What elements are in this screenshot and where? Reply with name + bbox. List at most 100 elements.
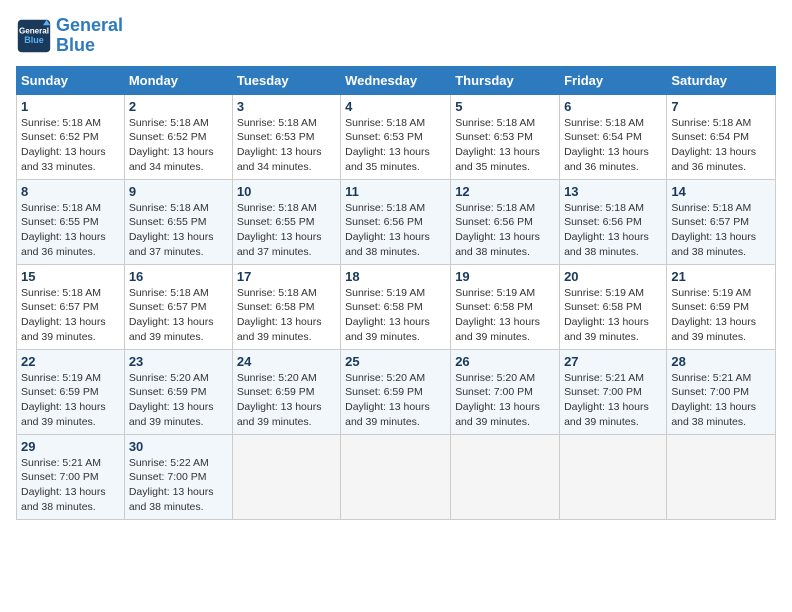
calendar-table: SundayMondayTuesdayWednesdayThursdayFrid… — [16, 66, 776, 520]
day-info: Sunrise: 5:20 AM Sunset: 6:59 PM Dayligh… — [237, 371, 336, 430]
calendar-cell: 3 Sunrise: 5:18 AM Sunset: 6:53 PM Dayli… — [232, 94, 340, 179]
day-number: 23 — [129, 354, 228, 369]
calendar-cell: 10 Sunrise: 5:18 AM Sunset: 6:55 PM Dayl… — [232, 179, 340, 264]
calendar-cell: 18 Sunrise: 5:19 AM Sunset: 6:58 PM Dayl… — [341, 264, 451, 349]
day-info: Sunrise: 5:19 AM Sunset: 6:59 PM Dayligh… — [21, 371, 120, 430]
calendar-cell: 23 Sunrise: 5:20 AM Sunset: 6:59 PM Dayl… — [124, 349, 232, 434]
calendar-cell: 14 Sunrise: 5:18 AM Sunset: 6:57 PM Dayl… — [667, 179, 776, 264]
day-number: 2 — [129, 99, 228, 114]
day-number: 26 — [455, 354, 555, 369]
calendar-cell: 7 Sunrise: 5:18 AM Sunset: 6:54 PM Dayli… — [667, 94, 776, 179]
calendar-cell: 11 Sunrise: 5:18 AM Sunset: 6:56 PM Dayl… — [341, 179, 451, 264]
weekday-header-sunday: Sunday — [17, 66, 125, 94]
logo-text2: Blue — [56, 36, 123, 56]
day-number: 27 — [564, 354, 662, 369]
day-number: 7 — [671, 99, 771, 114]
day-info: Sunrise: 5:18 AM Sunset: 6:56 PM Dayligh… — [345, 201, 446, 260]
page-header: General Blue General Blue — [16, 16, 776, 56]
day-number: 11 — [345, 184, 446, 199]
weekday-header-saturday: Saturday — [667, 66, 776, 94]
calendar-cell: 4 Sunrise: 5:18 AM Sunset: 6:53 PM Dayli… — [341, 94, 451, 179]
day-number: 25 — [345, 354, 446, 369]
calendar-cell — [232, 434, 340, 519]
calendar-cell: 30 Sunrise: 5:22 AM Sunset: 7:00 PM Dayl… — [124, 434, 232, 519]
calendar-week-1: 1 Sunrise: 5:18 AM Sunset: 6:52 PM Dayli… — [17, 94, 776, 179]
day-number: 15 — [21, 269, 120, 284]
day-info: Sunrise: 5:20 AM Sunset: 6:59 PM Dayligh… — [129, 371, 228, 430]
day-info: Sunrise: 5:19 AM Sunset: 6:58 PM Dayligh… — [564, 286, 662, 345]
day-number: 20 — [564, 269, 662, 284]
day-info: Sunrise: 5:20 AM Sunset: 6:59 PM Dayligh… — [345, 371, 446, 430]
day-info: Sunrise: 5:18 AM Sunset: 6:53 PM Dayligh… — [455, 116, 555, 175]
day-info: Sunrise: 5:18 AM Sunset: 6:53 PM Dayligh… — [237, 116, 336, 175]
day-info: Sunrise: 5:18 AM Sunset: 6:54 PM Dayligh… — [671, 116, 771, 175]
calendar-cell — [341, 434, 451, 519]
day-number: 24 — [237, 354, 336, 369]
day-number: 10 — [237, 184, 336, 199]
day-number: 6 — [564, 99, 662, 114]
day-number: 21 — [671, 269, 771, 284]
day-number: 28 — [671, 354, 771, 369]
weekday-header-tuesday: Tuesday — [232, 66, 340, 94]
calendar-cell: 19 Sunrise: 5:19 AM Sunset: 6:58 PM Dayl… — [451, 264, 560, 349]
day-info: Sunrise: 5:18 AM Sunset: 6:58 PM Dayligh… — [237, 286, 336, 345]
day-info: Sunrise: 5:22 AM Sunset: 7:00 PM Dayligh… — [129, 456, 228, 515]
calendar-week-3: 15 Sunrise: 5:18 AM Sunset: 6:57 PM Dayl… — [17, 264, 776, 349]
weekday-header-friday: Friday — [560, 66, 667, 94]
calendar-cell: 21 Sunrise: 5:19 AM Sunset: 6:59 PM Dayl… — [667, 264, 776, 349]
day-info: Sunrise: 5:18 AM Sunset: 6:52 PM Dayligh… — [129, 116, 228, 175]
day-number: 17 — [237, 269, 336, 284]
calendar-cell: 17 Sunrise: 5:18 AM Sunset: 6:58 PM Dayl… — [232, 264, 340, 349]
day-number: 19 — [455, 269, 555, 284]
day-info: Sunrise: 5:19 AM Sunset: 6:59 PM Dayligh… — [671, 286, 771, 345]
day-info: Sunrise: 5:18 AM Sunset: 6:57 PM Dayligh… — [671, 201, 771, 260]
day-info: Sunrise: 5:18 AM Sunset: 6:57 PM Dayligh… — [129, 286, 228, 345]
calendar-cell: 20 Sunrise: 5:19 AM Sunset: 6:58 PM Dayl… — [560, 264, 667, 349]
day-info: Sunrise: 5:18 AM Sunset: 6:53 PM Dayligh… — [345, 116, 446, 175]
day-number: 1 — [21, 99, 120, 114]
calendar-cell — [560, 434, 667, 519]
svg-text:Blue: Blue — [24, 35, 44, 45]
day-number: 5 — [455, 99, 555, 114]
day-number: 30 — [129, 439, 228, 454]
calendar-cell: 2 Sunrise: 5:18 AM Sunset: 6:52 PM Dayli… — [124, 94, 232, 179]
day-number: 8 — [21, 184, 120, 199]
day-info: Sunrise: 5:20 AM Sunset: 7:00 PM Dayligh… — [455, 371, 555, 430]
calendar-cell: 15 Sunrise: 5:18 AM Sunset: 6:57 PM Dayl… — [17, 264, 125, 349]
calendar-cell: 1 Sunrise: 5:18 AM Sunset: 6:52 PM Dayli… — [17, 94, 125, 179]
day-info: Sunrise: 5:18 AM Sunset: 6:56 PM Dayligh… — [564, 201, 662, 260]
calendar-cell: 12 Sunrise: 5:18 AM Sunset: 6:56 PM Dayl… — [451, 179, 560, 264]
calendar-cell: 5 Sunrise: 5:18 AM Sunset: 6:53 PM Dayli… — [451, 94, 560, 179]
calendar-cell: 6 Sunrise: 5:18 AM Sunset: 6:54 PM Dayli… — [560, 94, 667, 179]
day-info: Sunrise: 5:19 AM Sunset: 6:58 PM Dayligh… — [455, 286, 555, 345]
calendar-week-2: 8 Sunrise: 5:18 AM Sunset: 6:55 PM Dayli… — [17, 179, 776, 264]
day-number: 4 — [345, 99, 446, 114]
day-number: 22 — [21, 354, 120, 369]
calendar-cell: 27 Sunrise: 5:21 AM Sunset: 7:00 PM Dayl… — [560, 349, 667, 434]
day-info: Sunrise: 5:18 AM Sunset: 6:57 PM Dayligh… — [21, 286, 120, 345]
svg-text:General: General — [19, 26, 49, 35]
weekday-header-thursday: Thursday — [451, 66, 560, 94]
day-number: 12 — [455, 184, 555, 199]
calendar-cell: 26 Sunrise: 5:20 AM Sunset: 7:00 PM Dayl… — [451, 349, 560, 434]
calendar-week-4: 22 Sunrise: 5:19 AM Sunset: 6:59 PM Dayl… — [17, 349, 776, 434]
day-number: 29 — [21, 439, 120, 454]
calendar-cell — [451, 434, 560, 519]
weekday-header-wednesday: Wednesday — [341, 66, 451, 94]
day-info: Sunrise: 5:21 AM Sunset: 7:00 PM Dayligh… — [671, 371, 771, 430]
day-info: Sunrise: 5:21 AM Sunset: 7:00 PM Dayligh… — [564, 371, 662, 430]
weekday-header-monday: Monday — [124, 66, 232, 94]
day-number: 13 — [564, 184, 662, 199]
weekday-header-row: SundayMondayTuesdayWednesdayThursdayFrid… — [17, 66, 776, 94]
calendar-cell: 28 Sunrise: 5:21 AM Sunset: 7:00 PM Dayl… — [667, 349, 776, 434]
day-number: 16 — [129, 269, 228, 284]
day-number: 9 — [129, 184, 228, 199]
calendar-cell — [667, 434, 776, 519]
day-info: Sunrise: 5:18 AM Sunset: 6:55 PM Dayligh… — [129, 201, 228, 260]
day-info: Sunrise: 5:18 AM Sunset: 6:54 PM Dayligh… — [564, 116, 662, 175]
logo-icon: General Blue — [16, 18, 52, 54]
day-number: 3 — [237, 99, 336, 114]
day-info: Sunrise: 5:18 AM Sunset: 6:56 PM Dayligh… — [455, 201, 555, 260]
day-info: Sunrise: 5:18 AM Sunset: 6:55 PM Dayligh… — [21, 201, 120, 260]
calendar-week-5: 29 Sunrise: 5:21 AM Sunset: 7:00 PM Dayl… — [17, 434, 776, 519]
